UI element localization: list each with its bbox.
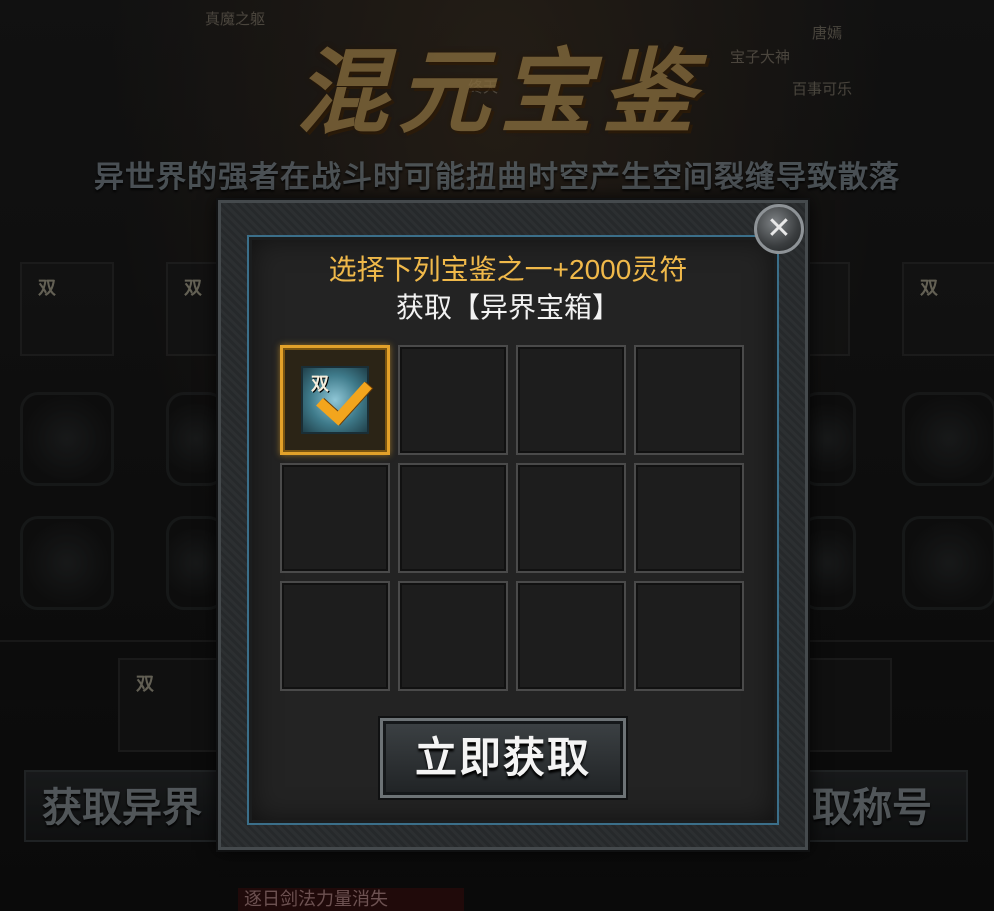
treasure-slot[interactable] xyxy=(398,581,508,691)
treasure-slot[interactable] xyxy=(634,345,744,455)
treasure-slot[interactable] xyxy=(516,581,626,691)
treasure-slot-selected[interactable]: 双 xyxy=(280,345,390,455)
treasure-slot[interactable] xyxy=(398,463,508,573)
treasure-slot[interactable] xyxy=(280,581,390,691)
close-button[interactable]: ✕ xyxy=(754,204,804,254)
treasure-slot[interactable] xyxy=(516,345,626,455)
obtain-now-button[interactable]: 立即获取 xyxy=(380,718,626,798)
dialog-prompt-reward: 获取【异界宝箱】 xyxy=(395,292,620,323)
treasure-slot[interactable] xyxy=(634,463,744,573)
treasure-slot[interactable] xyxy=(398,345,508,455)
double-badge: 双 xyxy=(311,374,329,395)
treasure-slot[interactable] xyxy=(634,581,744,691)
dialog-prompt-cost: 选择下列宝鉴之一+2000灵符 xyxy=(328,254,688,285)
close-icon: ✕ xyxy=(766,211,792,246)
treasure-slot[interactable] xyxy=(280,463,390,573)
treasure-slot[interactable] xyxy=(516,463,626,573)
treasure-grid: 双 xyxy=(280,345,744,691)
